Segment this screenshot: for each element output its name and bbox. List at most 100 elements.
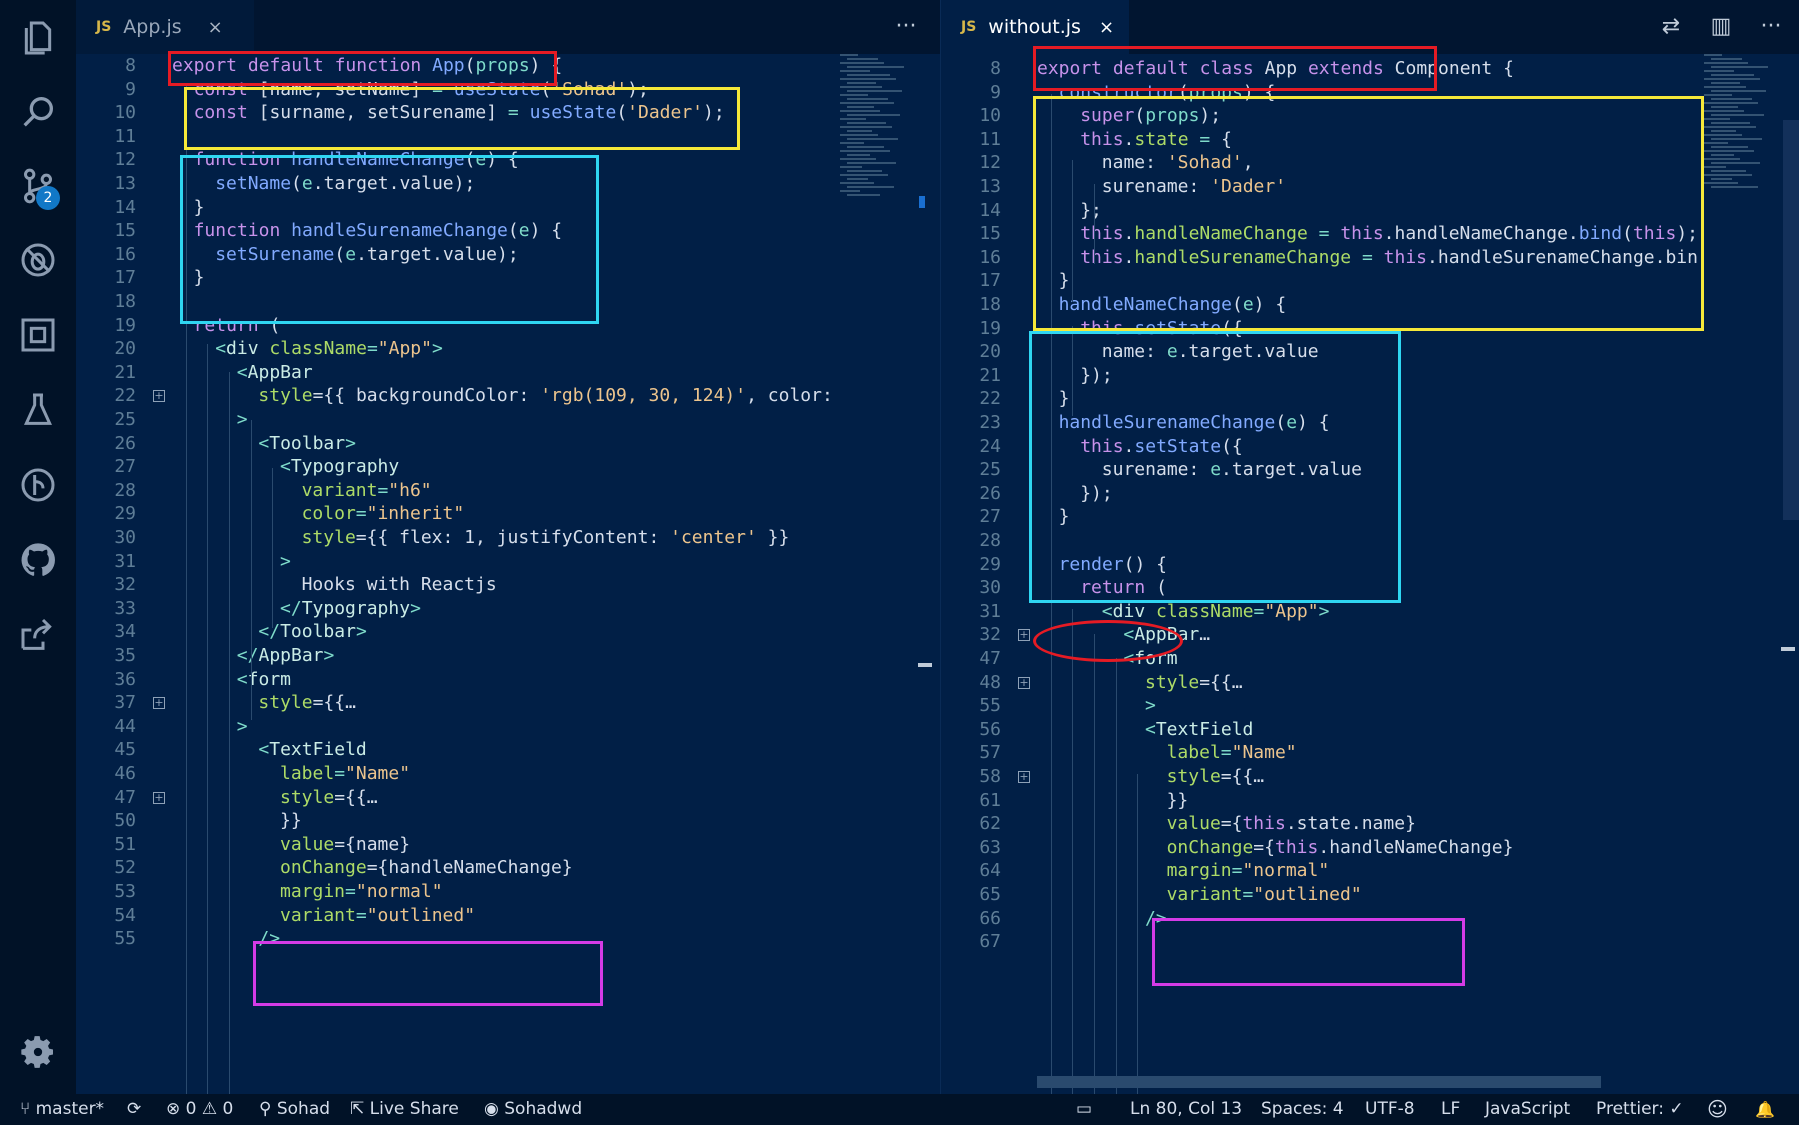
live-share-icon[interactable] [0,605,76,665]
line-number: 55 [114,928,136,950]
statusbar: ⑂ master* ⟳ ⊗ 0 ⚠ 0 ⚲ Sohad ⇱ Live Share… [0,1094,1799,1125]
user-indicator[interactable]: ⚲ Sohad [259,1094,330,1125]
feedback-icon[interactable]: ☺ [1707,1094,1728,1125]
error-count: 0 [185,1099,197,1119]
minimap-right[interactable] [1704,54,1774,214]
minimap-line [840,158,876,160]
code-text: variant="outlined" [280,904,476,926]
minimap-line [1711,154,1734,156]
annotation-class-value-onchange [1152,918,1465,986]
minimap-line [1704,126,1756,128]
minimap-line [840,134,878,136]
sync-icon[interactable]: ⟳ [127,1094,141,1125]
fold-expand-icon[interactable]: + [153,697,165,710]
activity-bar: 2 [0,0,76,1094]
minimap-line [1711,130,1736,132]
tab-label: without.js [988,16,1081,38]
close-icon[interactable]: × [208,17,223,38]
fold-expand-icon[interactable]: + [153,390,165,403]
scroll-marker [919,196,925,208]
annotation-class-handlers [1029,331,1401,603]
more-actions-icon[interactable]: ··· [892,12,920,40]
tab-app-js[interactable]: JS App.js × [76,0,254,54]
indentation[interactable]: Spaces: 4 [1261,1094,1344,1125]
minimap-line [847,130,872,132]
tabbar-left: JS App.js × ··· [76,0,940,54]
minimap-line [1704,54,1722,56]
settings-icon[interactable] [0,1022,76,1082]
minimap-line [840,110,880,112]
minimap-line [847,90,902,92]
horizontal-scrollbar[interactable] [1037,1076,1601,1088]
minimap-line [1704,150,1754,152]
prettier-status[interactable]: Prettier: ✓ [1596,1094,1684,1125]
minimap-line [1704,94,1732,96]
indent-guide [1094,634,1095,1094]
annotation-export-class [1033,46,1437,91]
minimap-line [847,58,878,60]
cursor-position[interactable]: Ln 80, Col 13 [1130,1094,1242,1125]
minimap-line [847,162,896,164]
minimap-line [1711,138,1762,140]
language-mode[interactable]: JavaScript [1485,1094,1570,1125]
github-icon[interactable] [0,530,76,590]
minimap-line [1711,98,1752,100]
files-icon[interactable] [0,8,76,68]
minimap-line [1711,82,1740,84]
minimap-line [840,190,860,192]
problems-indicator[interactable]: ⊗ 0 ⚠ 0 [166,1094,233,1125]
branch-name: master* [35,1099,105,1119]
scroll-thumb-marker [1781,647,1795,651]
terminal-icon[interactable]: ▭ [1076,1094,1092,1125]
fold-expand-icon[interactable]: + [153,791,165,804]
minimap-line [847,114,900,116]
minimap-line [847,146,884,148]
minimap-line [1711,170,1746,172]
live-share-button[interactable]: ⇱ Live Share [350,1094,459,1125]
indent-guide [207,344,208,1094]
notifications-bell-icon[interactable]: 🔔 [1755,1094,1775,1125]
minimap-line [847,122,886,124]
fold-expand-icon[interactable]: + [1018,629,1030,642]
minimap-line [840,174,888,176]
minimap-left[interactable] [840,54,910,214]
branch-indicator[interactable]: ⑂ master* [20,1094,104,1125]
minimap-line [840,70,870,72]
minimap-line [847,178,868,180]
minimap-line [847,194,880,196]
vertical-scrollbar[interactable] [1783,120,1799,520]
code-text: style={{… [1145,671,1243,693]
line-ending[interactable]: LF [1441,1094,1460,1125]
indent-guide [1116,658,1117,1094]
scroll-thumb-marker [918,663,932,667]
debug-icon[interactable] [0,230,76,290]
annotation-render [1033,620,1183,662]
more-actions-icon[interactable]: ··· [1757,12,1785,40]
split-editor-icon[interactable]: ▥ [1707,12,1735,40]
minimap-line [1704,102,1758,104]
user-name: Sohad [276,1099,331,1119]
indent-guide [1137,774,1138,1094]
fold-expand-icon[interactable]: + [1018,676,1030,689]
fold-expand-icon[interactable]: + [1018,771,1030,783]
search-icon[interactable] [0,82,76,142]
annotation-export-function [168,51,557,86]
source-control-icon[interactable]: 2 [0,156,76,216]
close-icon[interactable]: × [1099,17,1114,38]
minimap-line [1704,118,1730,120]
minimap-line [1711,90,1766,92]
minimap-line [1704,78,1760,80]
tab-actions-right: ⇄ ▥ ··· [1657,12,1785,40]
minimap-line [1711,146,1748,148]
minimap-line [1711,162,1760,164]
testing-icon[interactable] [0,380,76,440]
compare-changes-icon[interactable]: ⇄ [1657,12,1685,40]
code-text: style={{ backgroundColor: 'rgb(109, 30, … [258,385,833,407]
github-user-indicator[interactable]: ◉ Sohadwd [484,1094,582,1125]
git-graph-icon[interactable] [0,455,76,515]
encoding[interactable]: UTF-8 [1365,1094,1415,1125]
extensions-icon[interactable] [0,305,76,365]
minimap-line [847,98,888,100]
minimap-line [847,138,898,140]
minimap-line [840,118,866,120]
